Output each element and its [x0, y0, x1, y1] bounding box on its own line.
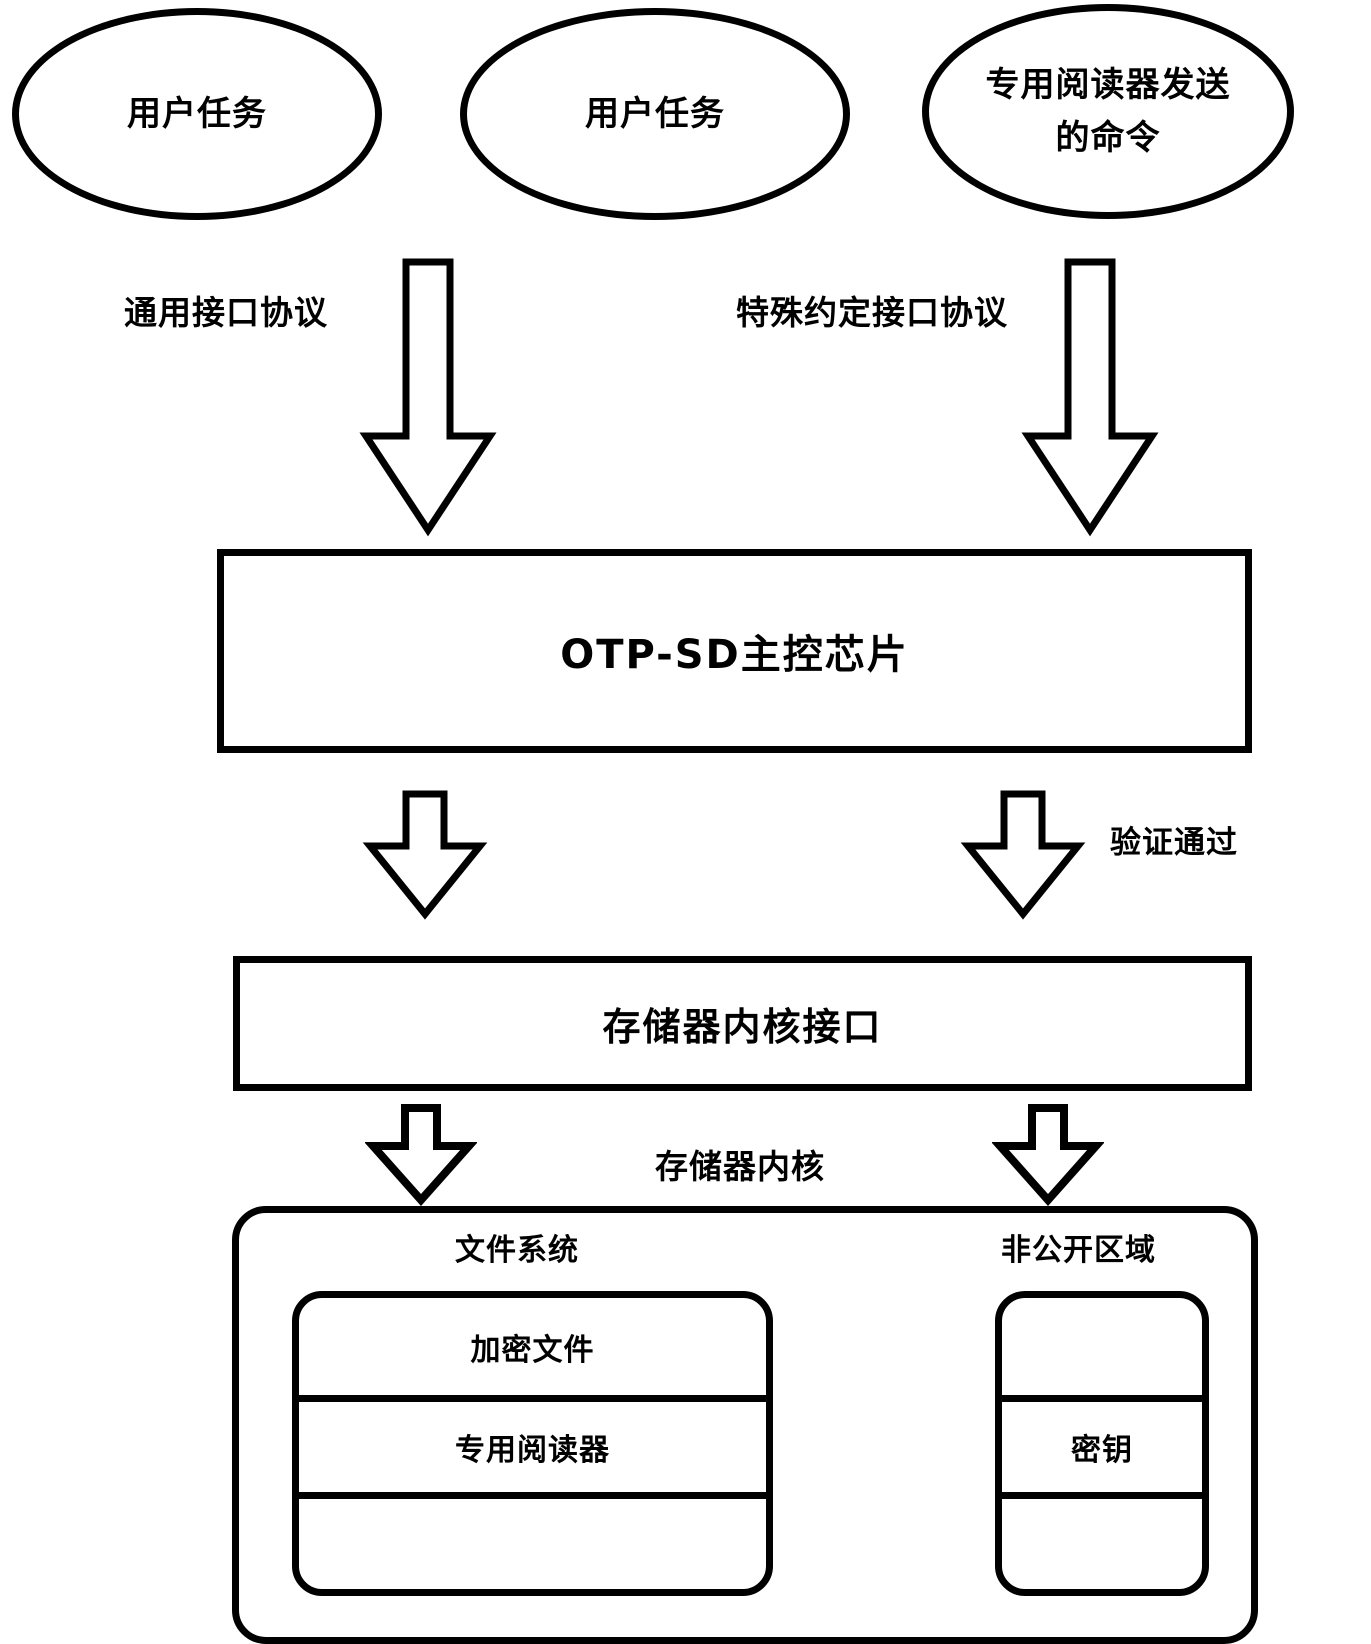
ellipse-reader-command-label: 专用阅读器发送 的命令	[985, 64, 1231, 158]
label-private-area: 非公开区域	[1001, 1233, 1156, 1268]
container-memory-core: 文件系统 非公开区域 加密文件 专用阅读器 密钥	[232, 1206, 1258, 1644]
row-private-area-1-label: 密钥	[1071, 1433, 1133, 1468]
box-memory-kernel-interface-label: 存储器内核接口	[602, 1005, 883, 1049]
arrow-chip-to-kernel-left	[360, 790, 490, 920]
label-file-system: 文件系统	[455, 1233, 579, 1268]
row-file-system-0-label: 加密文件	[470, 1332, 595, 1368]
arrow-kernel-to-core-left	[365, 1104, 477, 1206]
arrow-general-interface	[358, 258, 498, 538]
diagram-canvas: 用户任务 用户任务 专用阅读器发送 的命令 通用接口协议 特殊约定接口协议 OT…	[0, 0, 1371, 1644]
ellipse-user-task-2-label: 用户任务	[585, 93, 725, 134]
row-file-system-1-label: 专用阅读器	[455, 1433, 610, 1468]
arrow-chip-to-kernel-right	[958, 790, 1088, 920]
box-memory-kernel-interface: 存储器内核接口	[233, 956, 1252, 1091]
box-otp-sd-main-chip: OTP-SD主控芯片	[217, 549, 1252, 753]
label-verified: 验证通过	[1110, 825, 1238, 861]
ellipse-user-task-1-label: 用户任务	[127, 93, 267, 134]
row-private-area-0	[1002, 1298, 1202, 1395]
label-memory-core: 存储器内核	[655, 1147, 825, 1186]
ellipse-user-task-1: 用户任务	[12, 8, 382, 220]
ellipse-reader-command: 专用阅读器发送 的命令	[922, 4, 1294, 219]
ellipse-user-task-2: 用户任务	[460, 8, 850, 220]
box-file-system: 加密文件 专用阅读器	[292, 1291, 773, 1596]
arrow-kernel-to-core-right	[992, 1104, 1104, 1206]
row-file-system-2	[299, 1492, 766, 1589]
label-special-interface-protocol: 特殊约定接口协议	[736, 293, 1008, 332]
box-private-area: 密钥	[995, 1291, 1209, 1596]
row-file-system-1: 专用阅读器	[299, 1395, 766, 1492]
row-file-system-0: 加密文件	[299, 1298, 766, 1395]
row-private-area-1: 密钥	[1002, 1395, 1202, 1492]
arrow-special-interface	[1020, 258, 1160, 538]
label-general-interface-protocol: 通用接口协议	[124, 293, 328, 332]
box-otp-sd-main-chip-label: OTP-SD主控芯片	[560, 632, 909, 678]
row-private-area-2	[1002, 1492, 1202, 1589]
